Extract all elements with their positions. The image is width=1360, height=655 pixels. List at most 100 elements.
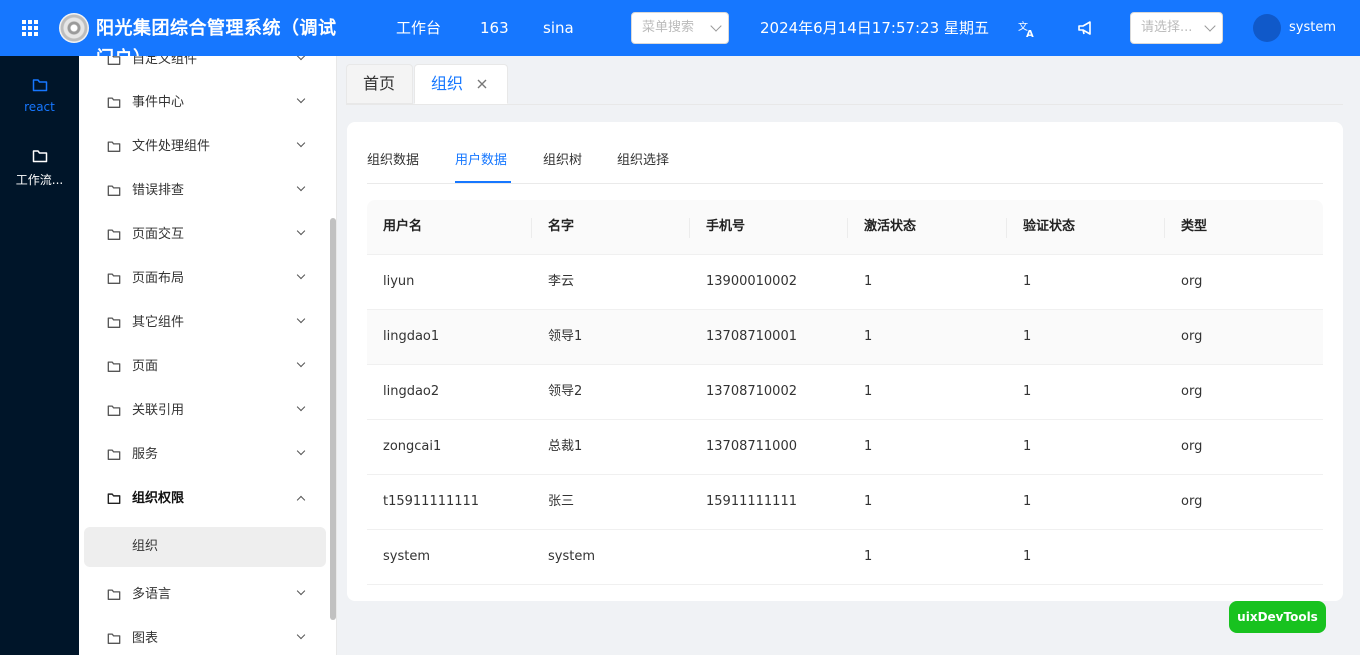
user-avatar[interactable] (1253, 14, 1281, 42)
subtab-user-data[interactable]: 用户数据 (455, 152, 507, 170)
sidebar-item-i18n[interactable]: 多语言 (79, 575, 329, 615)
subtab-org-tree[interactable]: 组织树 (543, 152, 582, 170)
subtab-active-indicator (455, 181, 511, 183)
table-row[interactable]: zongcai1 总裁1 13708711000 1 1 org (367, 420, 1323, 475)
column-header-type[interactable]: 类型 (1181, 219, 1207, 235)
column-header-name[interactable]: 名字 (548, 219, 574, 235)
folder-icon (32, 79, 47, 92)
table-row[interactable]: system system 1 1 (367, 530, 1323, 585)
current-datetime: 2024年6月14日17:57:23 星期五 (760, 19, 989, 37)
sidebar-item-pages[interactable]: 页面 (79, 347, 329, 387)
chevron-down-icon (296, 226, 306, 236)
chevron-down-icon (296, 270, 306, 280)
sidebar-item-troubleshooting[interactable]: 错误排查 (79, 171, 329, 211)
tab-home[interactable]: 首页 (346, 64, 413, 104)
nav-link-sina[interactable]: sina (543, 18, 574, 38)
table-header: 用户名 名字 手机号 激活状态 验证状态 类型 (367, 200, 1323, 255)
tabs-divider (346, 104, 1343, 105)
folder-icon (107, 185, 121, 196)
column-header-username[interactable]: 用户名 (383, 219, 422, 235)
close-icon[interactable] (475, 77, 489, 91)
sidebar-item-label: 多语言 (132, 587, 172, 602)
sidebar-item-custom-components[interactable]: 自定义组件 (79, 56, 329, 80)
column-header-activation[interactable]: 激活状态 (864, 219, 916, 235)
rail-item-react[interactable]: react (0, 78, 79, 114)
sidebar-item-page-interaction[interactable]: 页面交互 (79, 215, 329, 255)
cell-username: system (383, 549, 430, 564)
tab-org-label: 组织 (431, 74, 464, 93)
chevron-up-icon (296, 495, 306, 505)
chevron-down-icon (296, 94, 306, 104)
sidebar-item-label: 服务 (132, 447, 159, 462)
language-select-placeholder: 请选择... (1141, 20, 1193, 35)
chevron-down-icon (296, 402, 306, 412)
chevron-down-icon (296, 586, 306, 596)
folder-icon (107, 141, 121, 152)
cell-type: org (1181, 494, 1203, 509)
cell-name: 李云 (548, 274, 575, 289)
menu-search-select[interactable]: 菜单搜索 (631, 12, 729, 44)
column-separator (1006, 218, 1007, 238)
cell-username: lingdao2 (383, 384, 440, 399)
app-rail: react 工作流... (0, 56, 79, 655)
nav-link-workbench[interactable]: 工作台 (396, 18, 441, 38)
cell-type: org (1181, 274, 1203, 289)
cell-verification: 1 (1023, 549, 1032, 564)
translate-icon[interactable]: 文 A (1017, 18, 1037, 38)
folder-icon (107, 449, 121, 460)
subtabs-divider (367, 183, 1323, 184)
table-row[interactable]: liyun 李云 13900010002 1 1 org (367, 255, 1323, 310)
cell-type: org (1181, 329, 1203, 344)
column-header-phone[interactable]: 手机号 (706, 219, 745, 235)
column-separator (1164, 218, 1165, 238)
chevron-down-icon (296, 630, 306, 640)
sidebar-item-references[interactable]: 关联引用 (79, 391, 329, 431)
cell-name: 领导1 (548, 329, 583, 344)
subtab-org-data[interactable]: 组织数据 (367, 152, 419, 170)
sidebar-item-charts[interactable]: 图表 (79, 619, 329, 655)
sidebar-item-services[interactable]: 服务 (79, 435, 329, 475)
cell-phone: 13708710002 (706, 384, 797, 399)
sidebar-item-other-components[interactable]: 其它组件 (79, 303, 329, 343)
sidebar-item-label: 关联引用 (132, 403, 185, 418)
table-row[interactable]: t15911111111 张三 15911111111 1 1 org (367, 475, 1323, 530)
sidebar-scrollbar[interactable] (330, 218, 336, 620)
table-row[interactable]: lingdao1 领导1 13708710001 1 1 org (367, 310, 1323, 365)
folder-icon (107, 229, 121, 240)
sidebar-item-event-center[interactable]: 事件中心 (79, 83, 329, 123)
column-header-verification[interactable]: 验证状态 (1023, 219, 1075, 235)
folder-icon (107, 589, 121, 600)
sidebar-item-page-layout[interactable]: 页面布局 (79, 259, 329, 299)
apps-grid-icon[interactable] (22, 20, 38, 36)
cell-name: system (548, 549, 595, 564)
chevron-down-icon (296, 56, 306, 61)
tab-org[interactable]: 组织 (414, 64, 508, 104)
svg-text:A: A (1026, 29, 1034, 38)
folder-icon (107, 361, 121, 372)
rail-item-workflow[interactable]: 工作流... (0, 149, 79, 188)
cell-phone: 15911111111 (706, 494, 797, 509)
column-separator (689, 218, 690, 238)
dev-tools-button[interactable]: uixDevTools (1229, 601, 1326, 633)
sidebar-item-org[interactable]: 组织 (84, 527, 326, 567)
cell-verification: 1 (1023, 274, 1032, 289)
cell-phone: 13708711000 (706, 439, 797, 454)
table-row[interactable]: lingdao2 领导2 13708710002 1 1 org (367, 365, 1323, 420)
cell-username: liyun (383, 274, 415, 289)
cell-type: org (1181, 384, 1203, 399)
app-title: 阳光集团综合管理系统（调试门户） (96, 18, 337, 56)
subtab-org-select[interactable]: 组织选择 (617, 152, 669, 170)
user-name[interactable]: system (1289, 20, 1336, 36)
column-separator (847, 218, 848, 238)
cell-activation: 1 (864, 549, 873, 564)
nav-link-163[interactable]: 163 (480, 18, 509, 38)
megaphone-icon[interactable] (1076, 18, 1096, 38)
cell-verification: 1 (1023, 439, 1032, 454)
top-header: 阳光集团综合管理系统（调试门户） 工作台 163 sina 菜单搜索 2024年… (0, 0, 1360, 56)
sidebar-item-file-components[interactable]: 文件处理组件 (79, 127, 329, 167)
menu-search-placeholder: 菜单搜索 (642, 20, 695, 35)
column-separator (531, 218, 532, 238)
sidebar-item-label: 文件处理组件 (132, 139, 211, 154)
language-select[interactable]: 请选择... (1130, 12, 1223, 44)
sidebar-item-org-permissions[interactable]: 组织权限 (79, 479, 329, 519)
